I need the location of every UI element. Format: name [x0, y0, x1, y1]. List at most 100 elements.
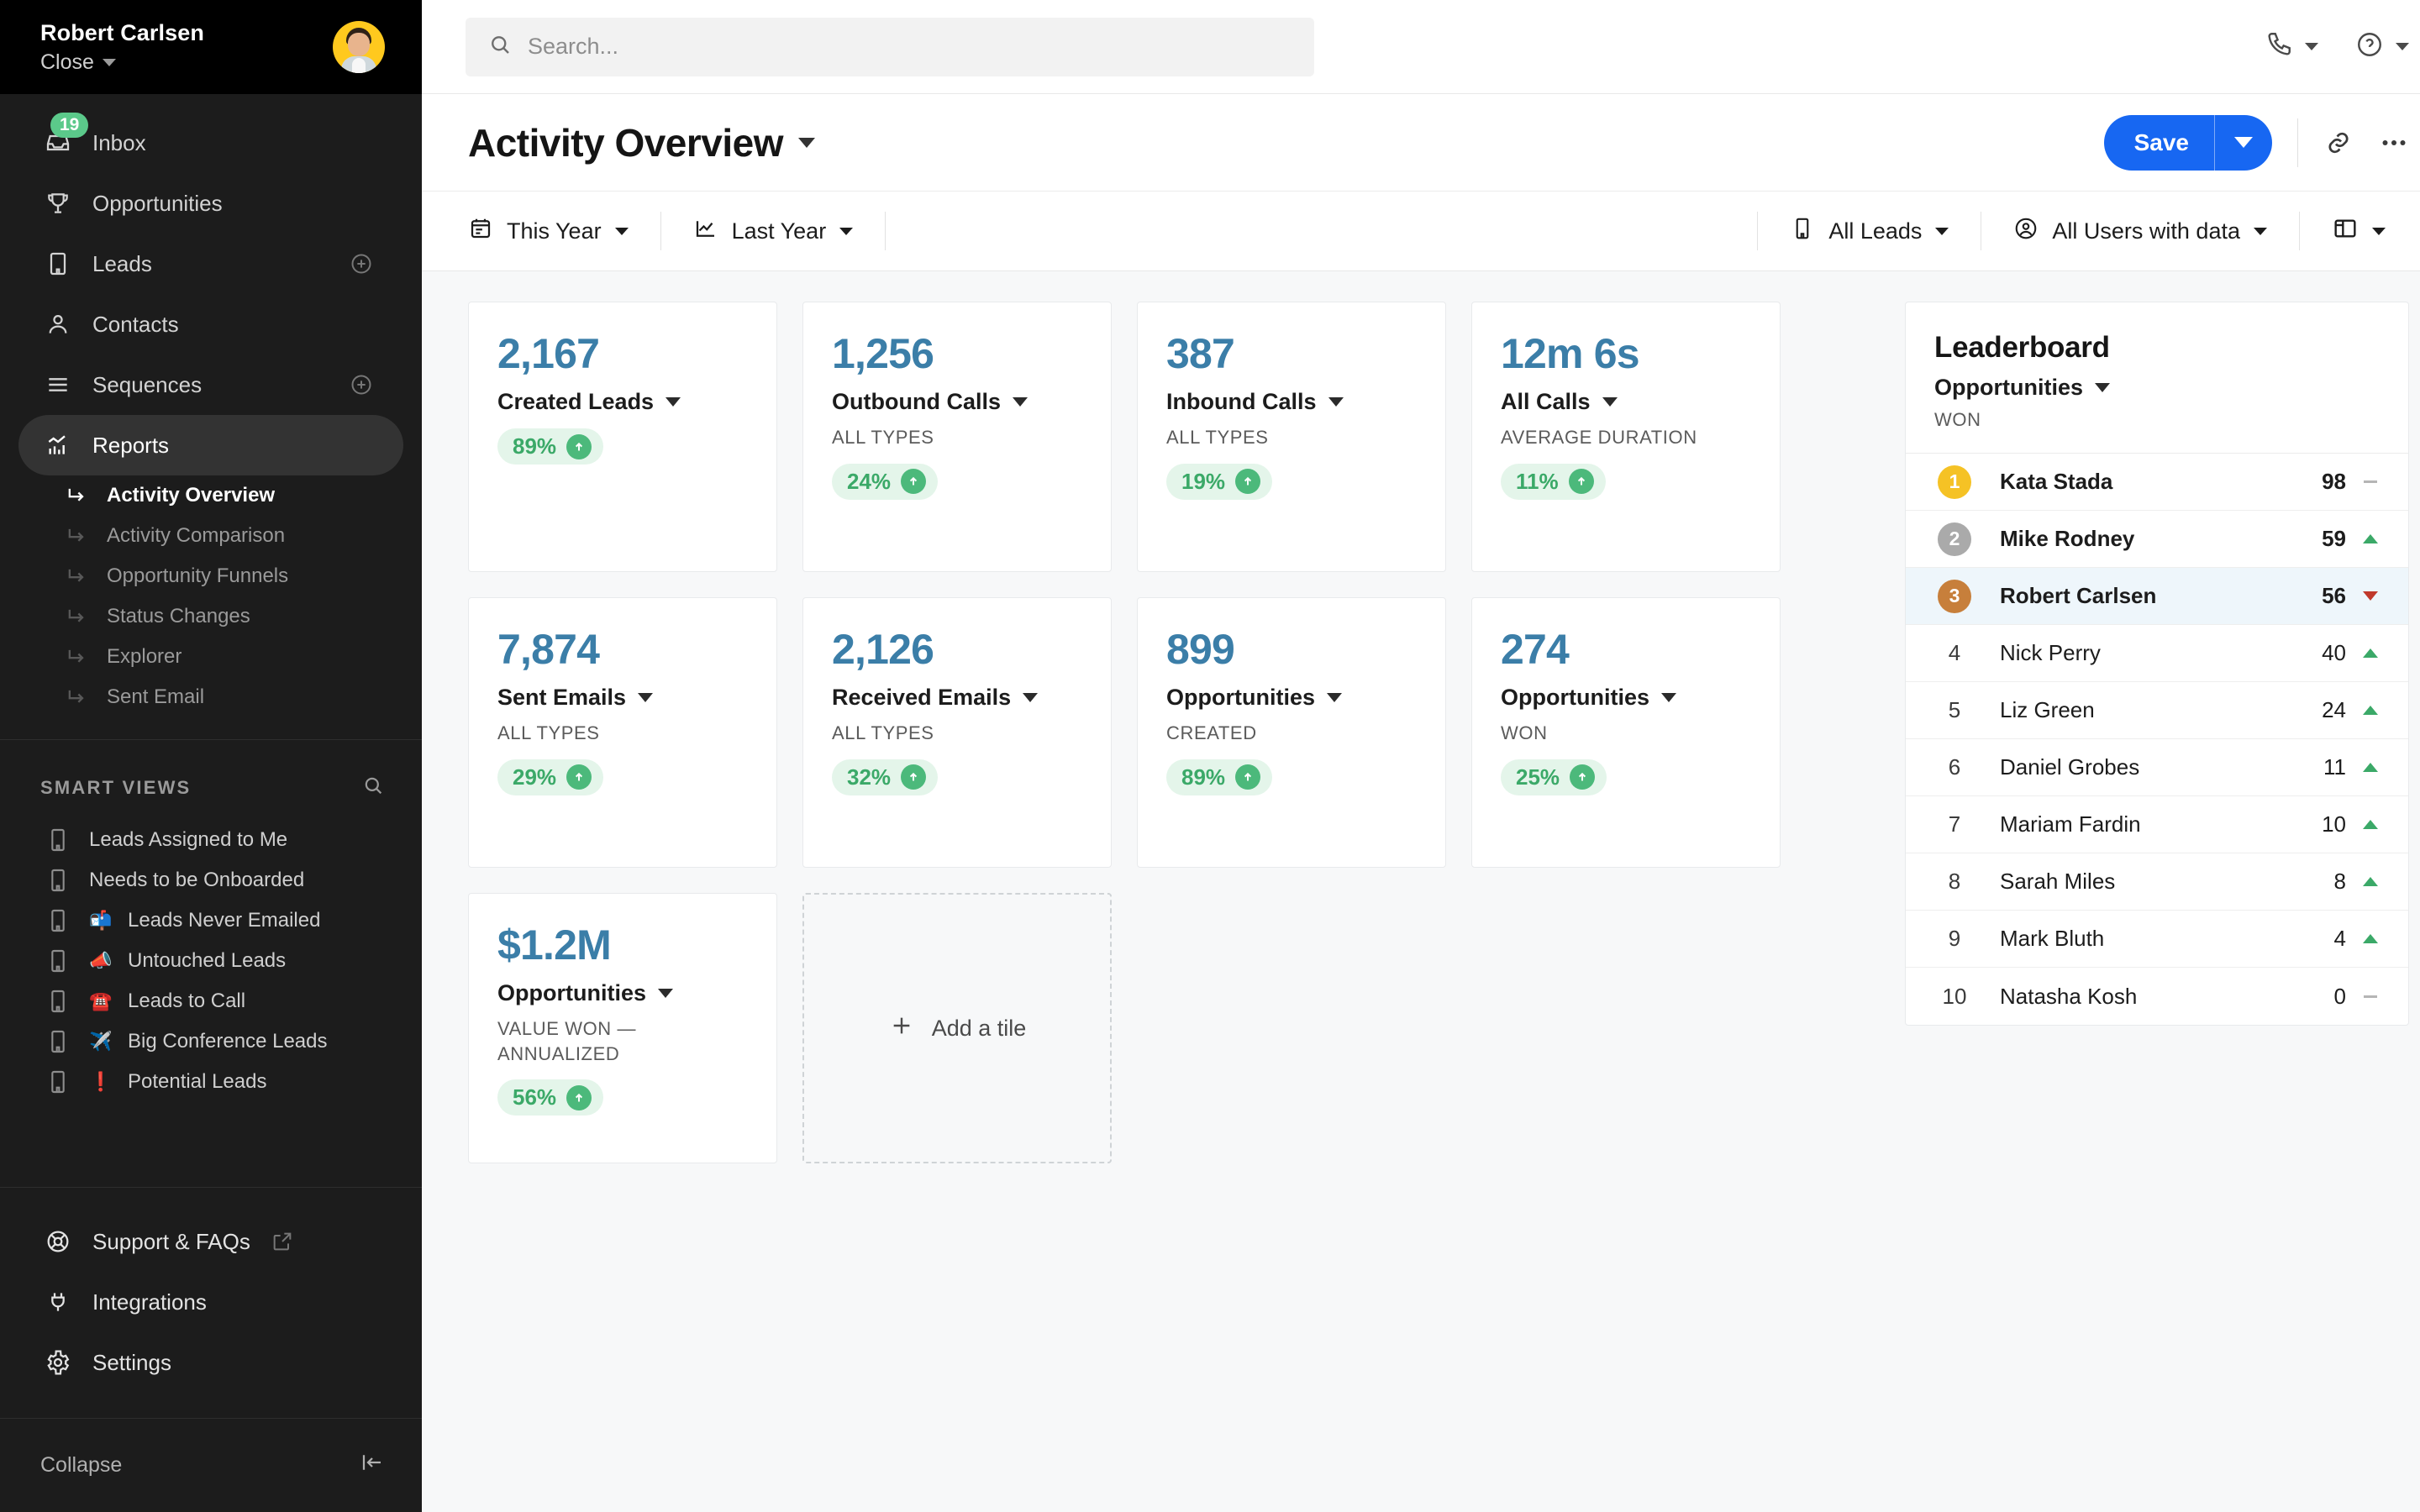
leaderboard-row[interactable]: 6 Daniel Grobes 11	[1906, 739, 2408, 796]
sidebar-item-inbox[interactable]: 19 Inbox	[18, 113, 403, 173]
metric-name-dropdown[interactable]: Outbound Calls	[832, 389, 1082, 415]
sidebar-subitem-opportunity-funnels[interactable]: Opportunity Funnels	[18, 556, 403, 596]
metric-tile[interactable]: 387 Inbound Calls ALL TYPES 19%	[1137, 302, 1446, 572]
add-lead-button[interactable]	[350, 252, 373, 276]
arrow-up-icon	[1570, 764, 1595, 790]
leaderboard-row[interactable]: 4 Nick Perry 40	[1906, 625, 2408, 682]
leaderboard-row[interactable]: 8 Sarah Miles 8	[1906, 853, 2408, 911]
collapse-sidebar-button[interactable]: Collapse	[0, 1418, 422, 1512]
building-icon	[44, 1027, 72, 1056]
sidebar-item-integrations[interactable]: Integrations	[18, 1272, 403, 1332]
sidebar-item-opportunities[interactable]: Opportunities	[18, 173, 403, 234]
users-scope-filter[interactable]: All Users with data	[1990, 216, 2291, 247]
metric-change-badge: 25%	[1501, 759, 1607, 795]
metric-subtitle: WON	[1501, 721, 1751, 746]
copy-link-button[interactable]	[2323, 128, 2354, 158]
more-options-button[interactable]	[2379, 128, 2409, 158]
smart-view-big-conference-leads[interactable]: ✈️ Big Conference Leads	[18, 1021, 403, 1062]
avatar[interactable]	[333, 21, 385, 73]
rank-value: 6	[1931, 754, 1978, 780]
sidebar-item-label: Integrations	[92, 1289, 207, 1315]
metric-tile[interactable]: $1.2M Opportunities VALUE WON — ANNUALIZ…	[468, 893, 777, 1163]
sidebar-item-support-faqs[interactable]: Support & FAQs	[18, 1211, 403, 1272]
arrow-up-icon	[566, 764, 592, 790]
rank-badge: 2	[1931, 522, 1978, 556]
layout-selector[interactable]	[2308, 215, 2409, 248]
page-title: Activity Overview	[468, 120, 783, 165]
metric-value: 387	[1166, 331, 1417, 377]
metric-tile[interactable]: 274 Opportunities WON 25%	[1471, 597, 1781, 868]
rank-value: 1	[1938, 465, 1971, 499]
leaderboard-row[interactable]: 3 Robert Carlsen 56	[1906, 568, 2408, 625]
metric-name-dropdown[interactable]: All Calls	[1501, 389, 1751, 415]
metric-name-dropdown[interactable]: Received Emails	[832, 685, 1082, 711]
phone-menu-button[interactable]	[2265, 30, 2318, 63]
arrow-return-icon	[65, 645, 88, 669]
sidebar-item-label: Contacts	[92, 312, 373, 338]
metric-tile[interactable]: 899 Opportunities CREATED 89%	[1137, 597, 1446, 868]
leaderboard-header: Leaderboard Opportunities WON	[1906, 302, 2408, 454]
layout-icon	[2332, 215, 2359, 248]
sidebar-item-sequences[interactable]: Sequences	[18, 354, 403, 415]
leaderboard-row[interactable]: 7 Mariam Fardin 10	[1906, 796, 2408, 853]
metric-tile[interactable]: 2,167 Created Leads 89%	[468, 302, 777, 572]
metric-name-dropdown[interactable]: Opportunities	[1501, 685, 1751, 711]
sidebar-item-contacts[interactable]: Contacts	[18, 294, 403, 354]
search-icon[interactable]	[361, 774, 385, 801]
leaderboard-row[interactable]: 2 Mike Rodney 59	[1906, 511, 2408, 568]
sidebar-subitem-activity-comparison[interactable]: Activity Comparison	[18, 516, 403, 556]
smart-view-leads-assigned-to-me[interactable]: Leads Assigned to Me	[18, 820, 403, 860]
top-bar-actions	[2265, 30, 2409, 63]
sidebar-subitem-activity-overview[interactable]: Activity Overview	[18, 475, 403, 516]
sidebar-subitem-status-changes[interactable]: Status Changes	[18, 596, 403, 637]
sidebar-item-label: Settings	[92, 1350, 171, 1376]
leads-scope-filter[interactable]: All Leads	[1766, 216, 1972, 247]
compare-filter[interactable]: Last Year	[670, 216, 877, 247]
smart-view-untouched-leads[interactable]: 📣 Untouched Leads	[18, 941, 403, 981]
metric-name-dropdown[interactable]: Created Leads	[497, 389, 748, 415]
metric-name: Created Leads	[497, 389, 654, 415]
organization-switcher[interactable]: Close	[40, 50, 204, 75]
mailbox-icon: 📬	[89, 910, 111, 932]
metric-name-dropdown[interactable]: Opportunities	[497, 980, 748, 1006]
add-tile-button[interactable]: Add a tile	[802, 893, 1112, 1163]
metric-tile[interactable]: 7,874 Sent Emails ALL TYPES 29%	[468, 597, 777, 868]
leaderboard-row[interactable]: 10 Natasha Kosh 0	[1906, 968, 2408, 1025]
save-button[interactable]: Save	[2104, 115, 2272, 171]
date-range-filter[interactable]: This Year	[468, 216, 652, 247]
page-title-dropdown[interactable]: Activity Overview	[468, 120, 815, 165]
metric-name-dropdown[interactable]: Inbound Calls	[1166, 389, 1417, 415]
trend-down-icon	[2361, 591, 2380, 601]
leaderboard-row[interactable]: 9 Mark Bluth 4	[1906, 911, 2408, 968]
sidebar-item-settings[interactable]: Settings	[18, 1332, 403, 1393]
smart-view-leads-to-call[interactable]: ☎️ Leads to Call	[18, 981, 403, 1021]
add-sequence-button[interactable]	[350, 373, 373, 396]
leaderboard-metric: Opportunities	[1934, 375, 2083, 401]
save-dropdown-button[interactable]	[2215, 115, 2272, 171]
sidebar-item-reports[interactable]: Reports	[18, 415, 403, 475]
metric-tile[interactable]: 1,256 Outbound Calls ALL TYPES 24%	[802, 302, 1112, 572]
help-menu-button[interactable]	[2355, 30, 2409, 63]
metric-name-dropdown[interactable]: Opportunities	[1166, 685, 1417, 711]
rank-value: 5	[1931, 697, 1978, 723]
sidebar-subitem-explorer[interactable]: Explorer	[18, 637, 403, 677]
sidebar-subitem-label: Explorer	[107, 645, 182, 669]
leaderboard-score: 59	[2322, 526, 2346, 552]
leaderboard-row[interactable]: 5 Liz Green 24	[1906, 682, 2408, 739]
smart-view-needs-to-be-onboarded[interactable]: Needs to be Onboarded	[18, 860, 403, 900]
sidebar-item-leads[interactable]: Leads	[18, 234, 403, 294]
smart-view-potential-leads[interactable]: ❗ Potential Leads	[18, 1062, 403, 1102]
smart-views-header: SMART VIEWS	[0, 740, 422, 820]
metric-tile[interactable]: 12m 6s All Calls AVERAGE DURATION 11%	[1471, 302, 1781, 572]
sidebar-subitem-sent-email[interactable]: Sent Email	[18, 677, 403, 717]
search-input[interactable]: Search...	[466, 18, 1314, 76]
leaderboard-row[interactable]: 1 Kata Stada 98	[1906, 454, 2408, 511]
leaderboard-metric-dropdown[interactable]: Opportunities	[1934, 375, 2380, 401]
user-account-switcher[interactable]: Robert Carlsen Close	[0, 0, 422, 94]
rank-value: 7	[1931, 811, 1978, 837]
metric-name-dropdown[interactable]: Sent Emails	[497, 685, 748, 711]
megaphone-icon: 📣	[89, 950, 111, 972]
metric-change-value: 25%	[1516, 764, 1560, 790]
metric-tile[interactable]: 2,126 Received Emails ALL TYPES 32%	[802, 597, 1112, 868]
smart-view-leads-never-emailed[interactable]: 📬 Leads Never Emailed	[18, 900, 403, 941]
